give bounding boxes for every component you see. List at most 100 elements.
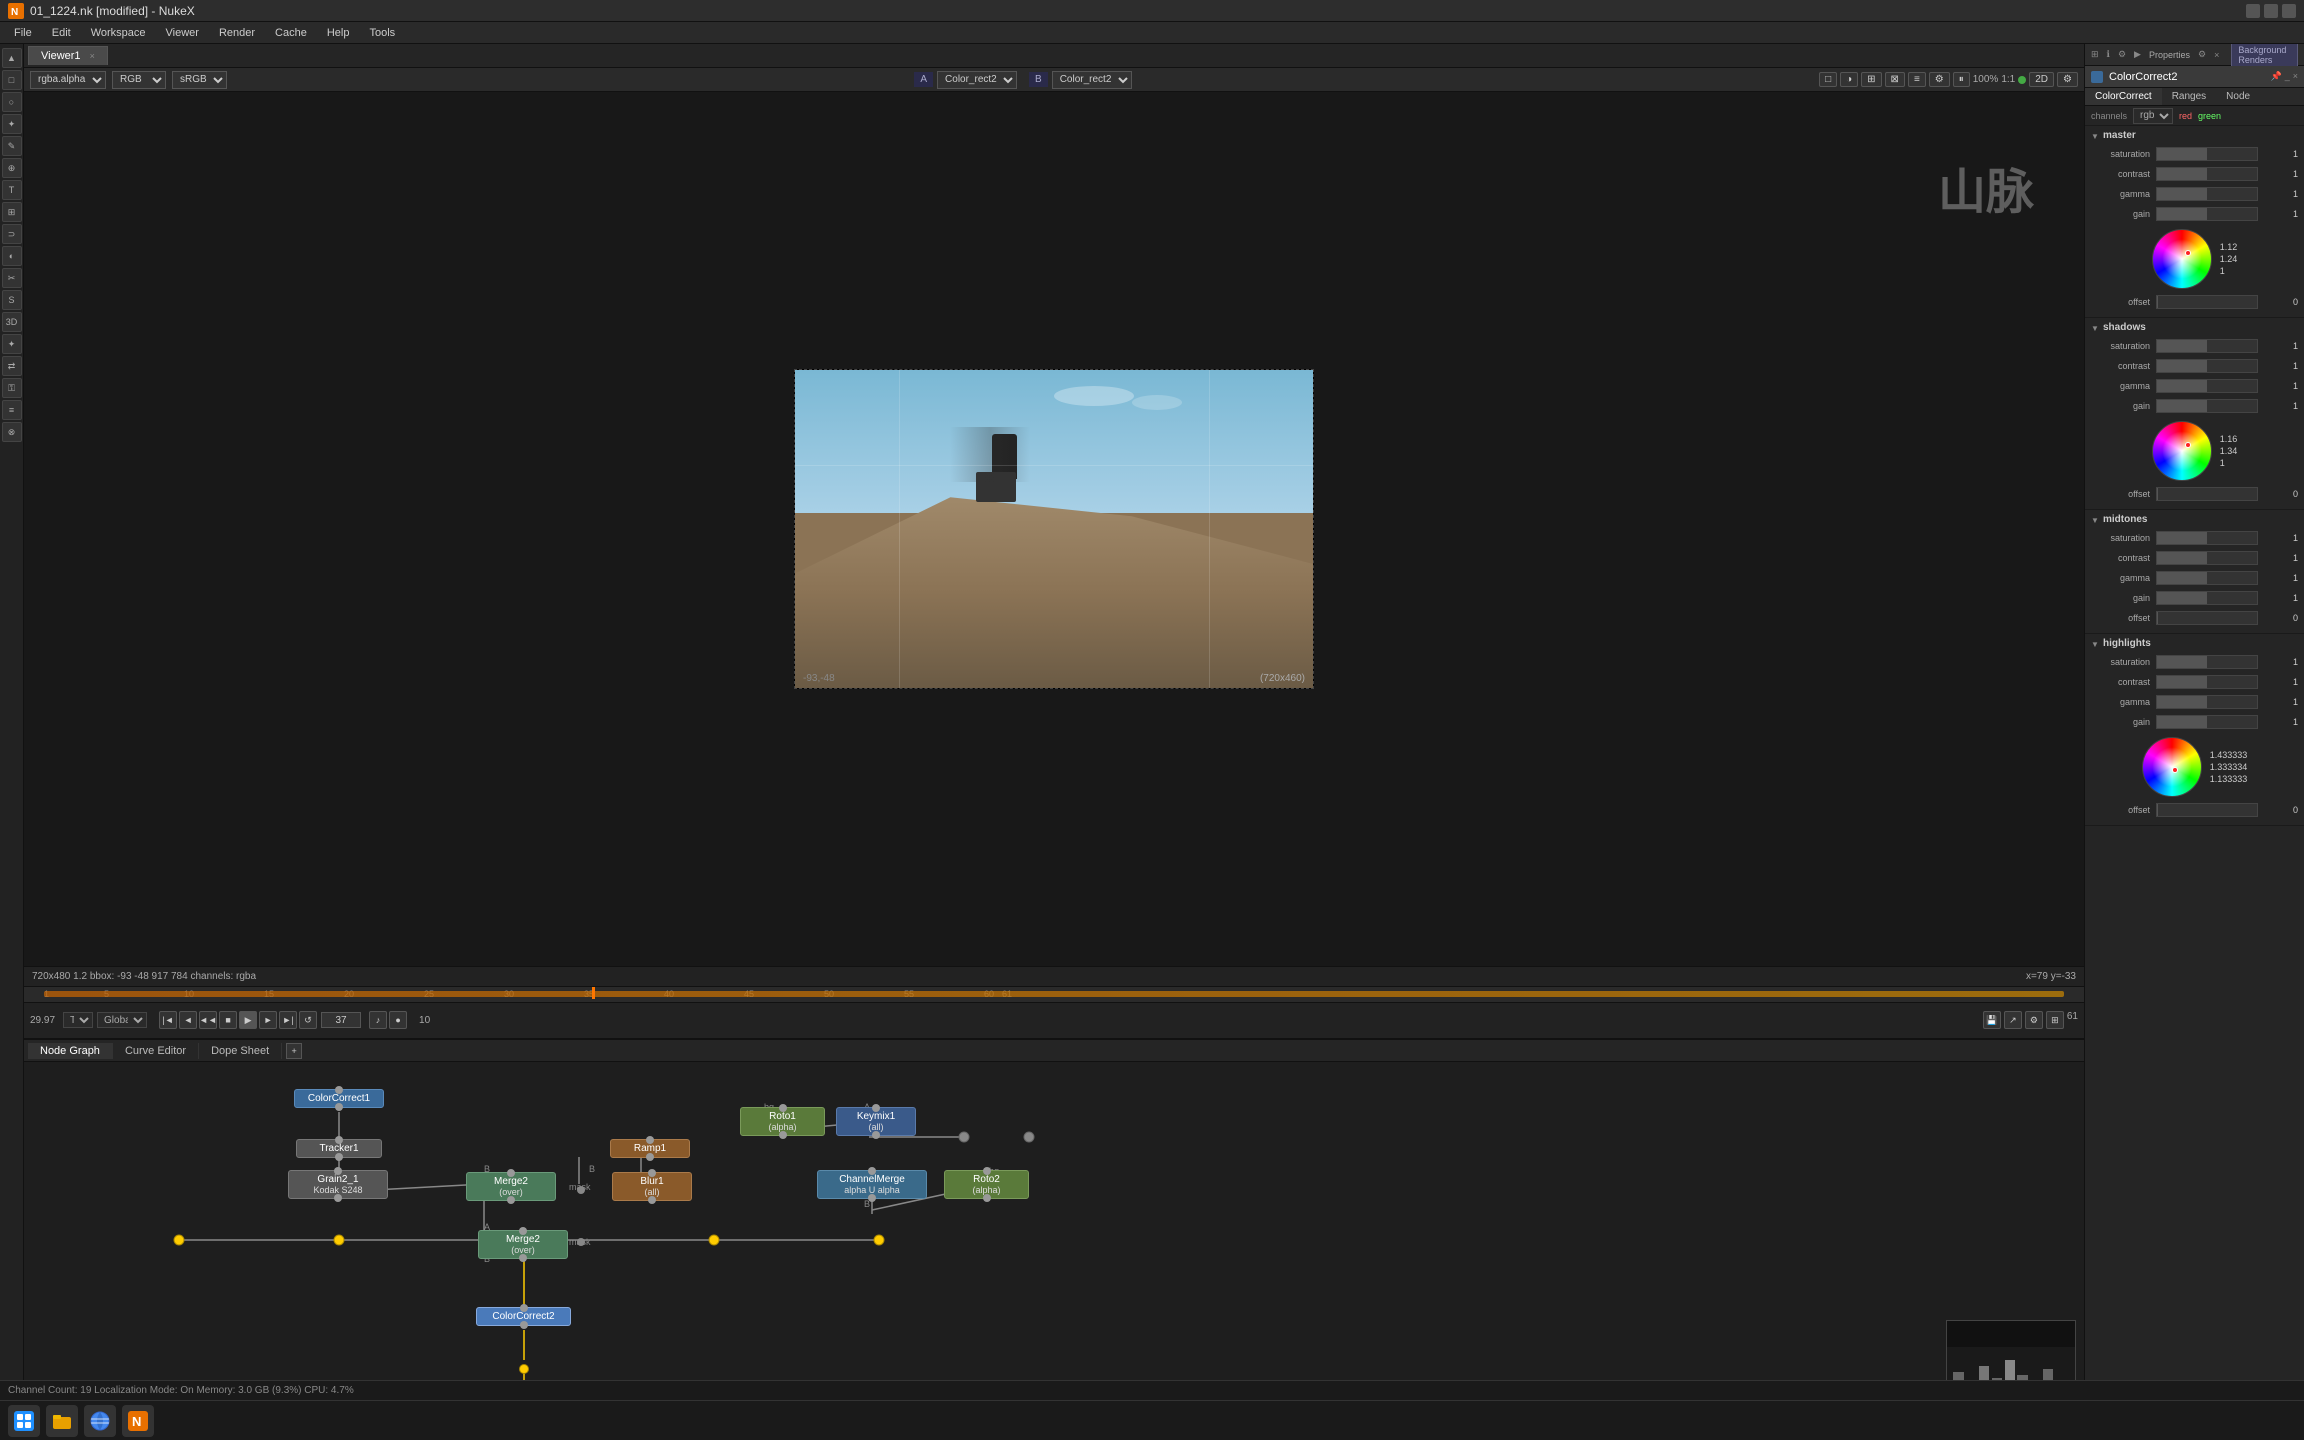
tool-roto[interactable]: ✂ [2,268,22,288]
tool-circle[interactable]: ○ [2,92,22,112]
taskbar-browser[interactable] [84,1405,116,1437]
slider-highlights-contrast[interactable] [2156,675,2258,689]
close-tab-icon[interactable]: × [90,51,95,61]
node-graph-area[interactable]: bg A B bg B B A A B mask mask [24,1062,2084,1418]
tool-script[interactable]: S [2,290,22,310]
slider-highlights-gamma[interactable] [2156,695,2258,709]
tool-text[interactable]: T [2,180,22,200]
menu-edit[interactable]: Edit [42,25,81,41]
tool-color[interactable]: ◐ [2,246,22,266]
minimize-btn[interactable] [2246,4,2260,18]
panel-icon-render[interactable]: ▶ [2134,49,2141,60]
taskbar-folder[interactable] [46,1405,78,1437]
node-input-channelmerge1[interactable] [868,1167,876,1175]
highlights-color-wheel-indicator[interactable] [2172,767,2178,773]
panel-close-icon[interactable]: × [2214,50,2219,60]
add-tab-btn[interactable]: + [286,1043,302,1059]
go-start-btn[interactable]: |◄ [159,1011,177,1029]
tool-deep[interactable]: ≡ [2,400,22,420]
props-tab-node[interactable]: Node [2216,88,2260,105]
props-tab-ranges[interactable]: Ranges [2162,88,2216,105]
viewer1-tab[interactable]: Viewer1 × [28,46,108,65]
slider-midtones-gamma[interactable] [2156,571,2258,585]
node-colorcorrect1[interactable]: ColorCorrect1 [294,1089,384,1108]
wipe-btn[interactable]: ⊠ [1885,72,1905,87]
slider-highlights-gain[interactable] [2156,715,2258,729]
taskbar-start[interactable] [8,1405,40,1437]
node-grain1[interactable]: Grain2_1 Kodak S248 [288,1170,388,1199]
play-rev-btn[interactable]: ◄◄ [199,1011,217,1029]
slider-master-gain[interactable] [2156,207,2258,221]
save-frame-btn[interactable]: 💾 [1983,1011,2001,1029]
node-roto1[interactable]: Roto1 (alpha) [740,1107,825,1136]
node-tracker1[interactable]: Tracker1 [296,1139,382,1158]
shadows-color-wheel-indicator[interactable] [2185,442,2191,448]
slider-highlights-saturation[interactable] [2156,655,2258,669]
node-output-colorcorrect2[interactable] [520,1321,528,1329]
go-end-btn[interactable]: ►| [279,1011,297,1029]
menu-help[interactable]: Help [317,25,360,41]
input-b-select[interactable]: Color_rect2 [1052,71,1132,89]
node-input-colorcorrect2[interactable] [520,1304,528,1312]
section-header-midtones[interactable]: ▼ midtones [2091,514,2298,525]
highlights-color-wheel[interactable] [2142,737,2202,797]
next-frame-btn[interactable]: ► [259,1011,277,1029]
panel-icon-info[interactable]: ℹ [2107,49,2110,60]
channels-select[interactable]: rgb red green blue alpha [2133,108,2173,124]
node-input-keymix1[interactable] [872,1104,880,1112]
input-a-btn[interactable]: A [914,72,933,87]
node-output-keymix1[interactable] [872,1131,880,1139]
slider-shadows-offset[interactable] [2156,487,2258,501]
node-input-colorcorrect1[interactable] [335,1086,343,1094]
panel-settings-icon[interactable]: ⚙ [2198,49,2206,60]
input-a-select[interactable]: Color_rect2 [937,71,1017,89]
tool-filter[interactable]: ⚿ [2,378,22,398]
pause-btn[interactable]: ⏸ [1953,72,1970,87]
close-btn[interactable] [2282,4,2296,18]
node-ramp1[interactable]: Ramp1 [610,1139,690,1158]
compare-mode-btn[interactable]: ⊞ [2046,1011,2064,1029]
node-output-merge2[interactable] [519,1254,527,1262]
menu-file[interactable]: File [4,25,42,41]
menu-workspace[interactable]: Workspace [81,25,156,41]
viewer-settings-btn[interactable]: ⚙ [2057,72,2078,87]
tool-pointer[interactable]: ▲ [2,48,22,68]
slider-master-gamma[interactable] [2156,187,2258,201]
channel-alpha-select[interactable]: rgba.alpha rgba [30,71,106,89]
menu-tools[interactable]: Tools [359,25,405,41]
slider-midtones-gain[interactable] [2156,591,2258,605]
node-input-ramp1[interactable] [646,1136,654,1144]
proxy-select[interactable]: TF [63,1012,93,1028]
slider-master-saturation[interactable] [2156,147,2258,161]
gamma-select[interactable]: sRGB linear [172,71,227,89]
node-merge1[interactable]: Merge2 (over) [466,1172,556,1201]
node-input-merge1[interactable] [507,1169,515,1177]
slider-master-contrast[interactable] [2156,167,2258,181]
stop-btn[interactable]: ■ [219,1011,237,1029]
tool-bezier[interactable]: ✦ [2,114,22,134]
slider-shadows-gamma[interactable] [2156,379,2258,393]
menu-viewer[interactable]: Viewer [156,25,209,41]
tool-3d[interactable]: 3D [2,312,22,332]
settings-btn[interactable]: ⚙ [1929,72,1950,87]
slider-midtones-contrast[interactable] [2156,551,2258,565]
slider-shadows-contrast[interactable] [2156,359,2258,373]
tool-stereo[interactable]: ⊗ [2,422,22,442]
mode-2d-btn[interactable]: 2D [2029,72,2054,87]
node-output-roto1[interactable] [779,1131,787,1139]
exposure-btn[interactable]: ◑ [1840,72,1858,87]
loop-btn[interactable]: ↺ [299,1011,317,1029]
channel-rgb-select[interactable]: RGB red green blue [112,71,166,89]
tab-node-graph[interactable]: Node Graph [28,1043,113,1059]
clip-btn[interactable]: □ [1819,72,1837,87]
slider-highlights-offset[interactable] [2156,803,2258,817]
node-output-channelmerge1[interactable] [868,1194,876,1202]
tool-box[interactable]: □ [2,70,22,90]
menu-cache[interactable]: Cache [265,25,317,41]
node-channelmerge1[interactable]: ChannelMerge alpha U alpha [817,1170,927,1199]
node-input-tracker1[interactable] [335,1136,343,1144]
tool-particles[interactable]: ✦ [2,334,22,354]
global-select[interactable]: Global [97,1012,147,1028]
panel-icon-props[interactable]: ⊞ [2091,49,2099,60]
tool-tracker[interactable]: ⊞ [2,202,22,222]
